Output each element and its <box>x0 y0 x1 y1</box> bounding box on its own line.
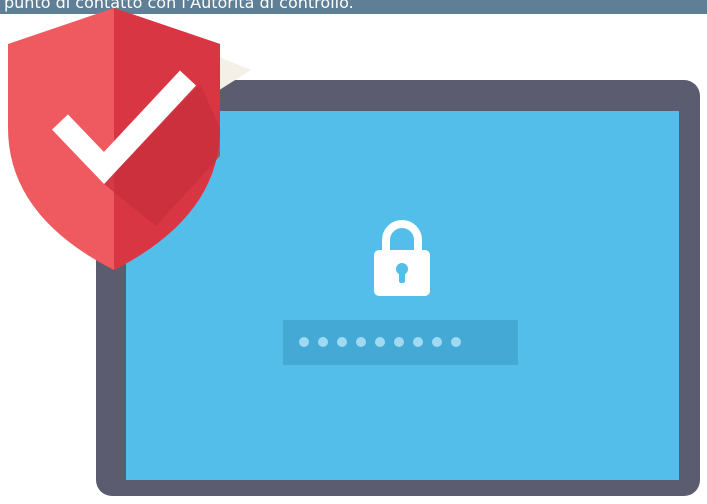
password-dot <box>451 337 461 347</box>
password-dot <box>375 337 385 347</box>
password-dot <box>299 337 309 347</box>
password-dot <box>356 337 366 347</box>
password-dot <box>337 337 347 347</box>
password-dot <box>318 337 328 347</box>
padlock-icon <box>374 220 430 296</box>
shield-check-icon <box>8 8 251 270</box>
password-mask <box>299 333 470 351</box>
password-dot <box>413 337 423 347</box>
password-dot <box>432 337 442 347</box>
password-field[interactable] <box>283 320 518 365</box>
password-dot <box>394 337 404 347</box>
